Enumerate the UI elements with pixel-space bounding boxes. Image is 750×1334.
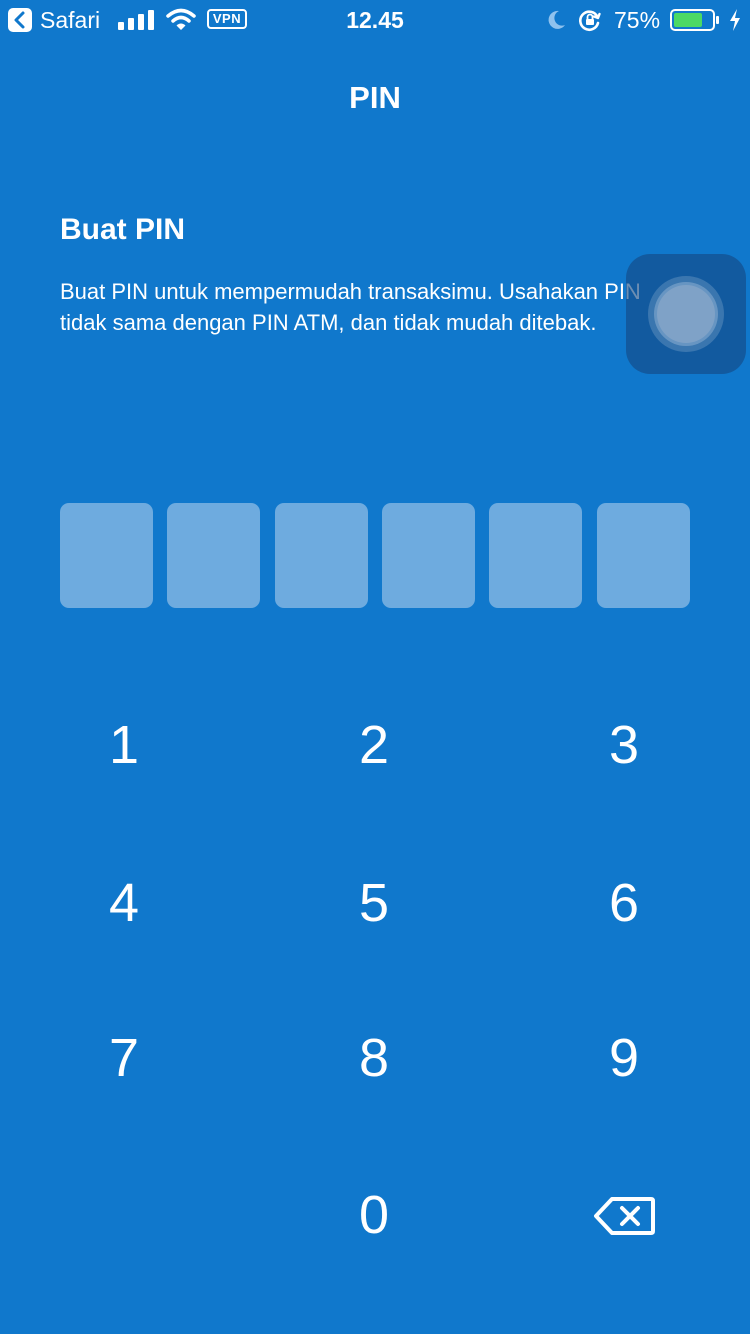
assistive-touch-core [657, 285, 715, 343]
key-7[interactable]: 7 [49, 993, 199, 1123]
key-4[interactable]: 4 [49, 838, 199, 968]
key-3[interactable]: 3 [549, 680, 699, 810]
pin-digit-box-2[interactable] [167, 503, 260, 608]
key-0[interactable]: 0 [299, 1150, 449, 1280]
page-title: PIN [349, 80, 401, 115]
backspace-icon [594, 1197, 655, 1235]
key-5[interactable]: 5 [299, 838, 449, 968]
pin-digit-box-6[interactable] [597, 503, 690, 608]
assistive-touch-button[interactable] [626, 254, 746, 374]
battery-percentage: 75% [614, 7, 661, 33]
key-6[interactable]: 6 [549, 838, 699, 968]
pin-digit-box-5[interactable] [489, 503, 582, 608]
assistive-touch-ring [648, 276, 724, 352]
status-bar: Safari VPN 12.45 75% [0, 0, 750, 40]
pin-digit-box-4[interactable] [382, 503, 475, 608]
key-9[interactable]: 9 [549, 993, 699, 1123]
pin-input[interactable] [60, 503, 690, 608]
key-2[interactable]: 2 [299, 680, 449, 810]
battery-icon [670, 9, 719, 31]
key-8[interactable]: 8 [299, 993, 449, 1123]
pin-digit-box-3[interactable] [275, 503, 368, 608]
charging-bolt-icon [730, 9, 740, 31]
delete-button[interactable] [549, 1150, 699, 1280]
section-description: Buat PIN untuk mempermudah transaksimu. … [60, 279, 641, 335]
do-not-disturb-icon [548, 10, 565, 29]
section-heading: Buat PIN [60, 213, 186, 246]
rotation-lock-icon [579, 10, 601, 31]
key-1[interactable]: 1 [49, 680, 199, 810]
pin-digit-box-1[interactable] [60, 503, 153, 608]
